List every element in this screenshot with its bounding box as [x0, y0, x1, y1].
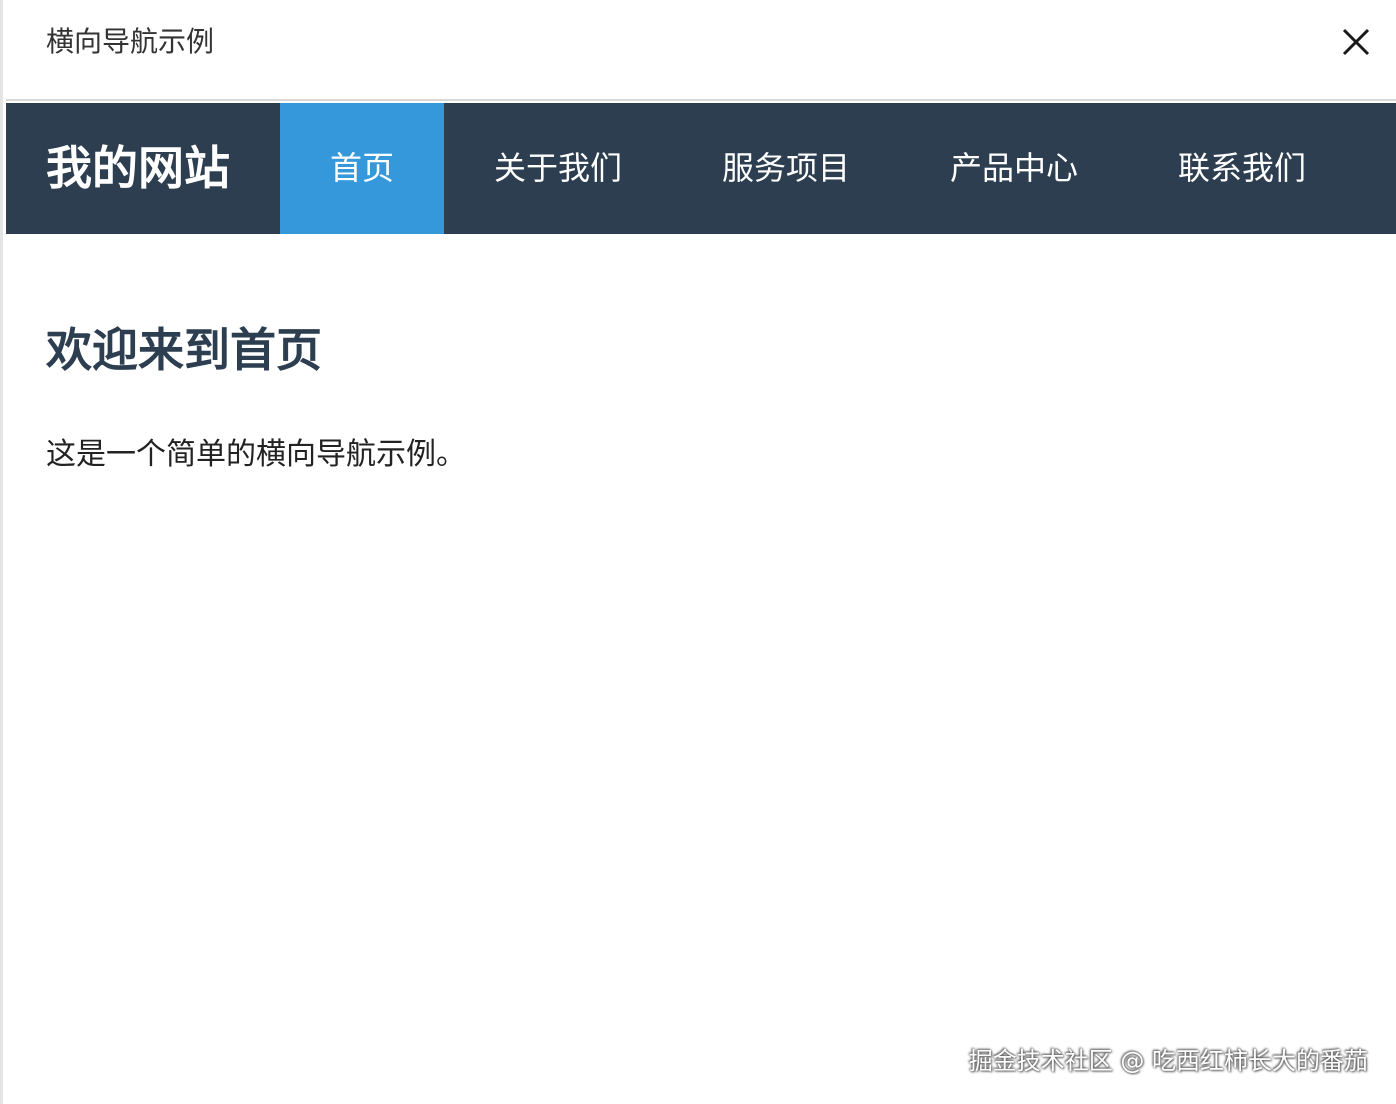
nav-item-contact[interactable]: 联系我们: [1128, 103, 1356, 234]
nav-item-home[interactable]: 首页: [280, 103, 444, 234]
page-heading: 欢迎来到首页: [46, 323, 322, 377]
page-description: 这是一个简单的横向导航示例。: [46, 437, 466, 472]
app-window: 横向导航示例 我的网站 首页 关于我们 服务项目 产品中心 联系我们 欢迎来到首…: [0, 0, 1396, 1104]
main-navbar: 我的网站 首页 关于我们 服务项目 产品中心 联系我们: [6, 103, 1396, 234]
window-titlebar: 横向导航示例: [6, 0, 1396, 101]
close-icon: [1342, 28, 1370, 56]
watermark-text: 掘金技术社区 @ 吃西红柿长大的番茄: [968, 1047, 1368, 1075]
site-brand[interactable]: 我的网站: [46, 103, 230, 234]
window-title: 横向导航示例: [46, 25, 215, 58]
nav-item-services[interactable]: 服务项目: [672, 103, 900, 234]
nav-item-products[interactable]: 产品中心: [900, 103, 1128, 234]
nav-item-about[interactable]: 关于我们: [444, 103, 672, 234]
close-button[interactable]: [1336, 22, 1376, 62]
